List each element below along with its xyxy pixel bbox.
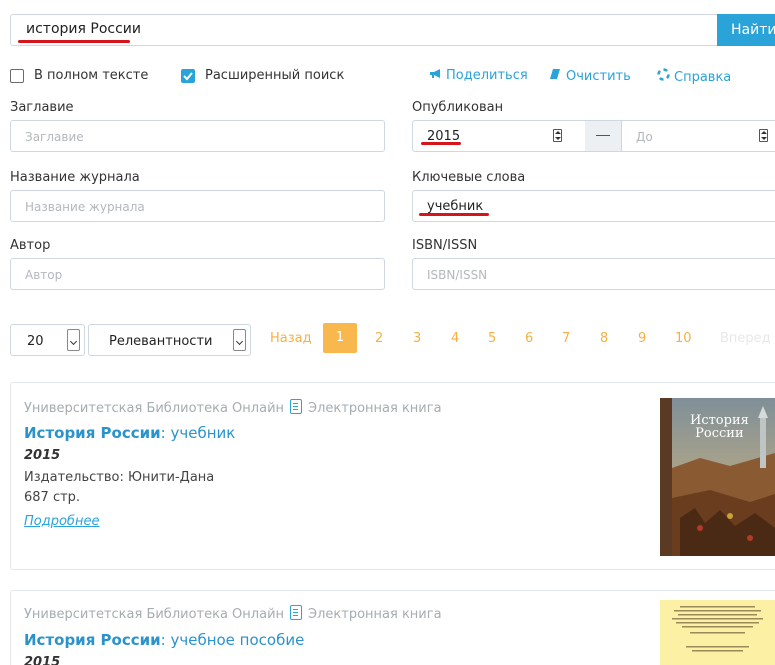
per-page-value: 20 bbox=[27, 334, 44, 349]
journal-field-label: Название журнала bbox=[10, 170, 140, 185]
pagination-page[interactable]: 4 bbox=[451, 331, 459, 346]
clear-link[interactable]: Очистить bbox=[548, 68, 631, 84]
isbn-field-label: ISBN/ISSN bbox=[412, 238, 478, 253]
keywords-field[interactable]: учебник bbox=[412, 190, 775, 222]
full-text-checkbox[interactable] bbox=[10, 69, 24, 83]
pagination-page[interactable]: 6 bbox=[525, 331, 533, 346]
pagination-page[interactable]: 3 bbox=[413, 331, 421, 346]
result-source-row: Университетская Библиотека Онлайн Электро… bbox=[24, 399, 442, 416]
title-field-placeholder: Заглавие bbox=[25, 130, 84, 144]
pagination-prev[interactable]: Назад bbox=[270, 331, 312, 346]
full-text-label: В полном тексте bbox=[34, 68, 149, 83]
author-field-label: Автор bbox=[10, 238, 51, 253]
lifebuoy-icon bbox=[656, 68, 670, 85]
result-title-link[interactable]: История России: учебник bbox=[24, 424, 235, 442]
pagination-page[interactable]: 5 bbox=[488, 331, 496, 346]
result-source-row: Университетская Библиотека Онлайн Электро… bbox=[24, 605, 442, 622]
sort-select[interactable]: Релевантности bbox=[88, 324, 251, 356]
published-highlight-underline bbox=[421, 142, 461, 145]
keywords-field-label: Ключевые слова bbox=[412, 170, 526, 185]
title-field-label: Заглавие bbox=[10, 100, 74, 115]
chevron-down-icon bbox=[233, 329, 246, 351]
search-button[interactable]: Найти bbox=[717, 14, 775, 46]
published-field-label: Опубликован bbox=[412, 100, 504, 115]
result-source: Университетская Библиотека Онлайн bbox=[24, 607, 285, 622]
clear-label: Очистить bbox=[566, 69, 631, 84]
eraser-icon bbox=[548, 68, 562, 84]
per-page-select[interactable]: 20 bbox=[10, 324, 85, 356]
result-pages: 687 стр. bbox=[24, 490, 81, 505]
help-link[interactable]: Справка bbox=[656, 68, 731, 85]
pagination-page-current[interactable]: 1 bbox=[323, 323, 357, 353]
chevron-down-icon bbox=[67, 329, 80, 351]
pagination-page[interactable]: 8 bbox=[600, 331, 608, 346]
result-more-link[interactable]: Подробнее bbox=[24, 514, 99, 529]
help-label: Справка bbox=[674, 70, 732, 85]
published-from-field[interactable]: 2015 bbox=[412, 120, 586, 152]
result-title-main: История России bbox=[24, 424, 161, 442]
keywords-field-value: учебник bbox=[427, 199, 484, 214]
share-label: Поделиться bbox=[446, 68, 528, 83]
result-publisher: Издательство: Юнити-Дана bbox=[24, 470, 215, 485]
title-field[interactable]: Заглавие bbox=[10, 120, 385, 152]
result-year: 2015 bbox=[24, 448, 61, 463]
book-cover-image[interactable]: История России bbox=[660, 398, 775, 556]
check-icon bbox=[183, 72, 193, 81]
isbn-field-placeholder: ISBN/ISSN bbox=[427, 268, 488, 282]
advanced-search-label: Расширенный поиск bbox=[205, 68, 345, 83]
result-type: Электронная книга bbox=[308, 607, 442, 622]
pagination-page[interactable]: 7 bbox=[562, 331, 570, 346]
book-cover-caption: История России bbox=[690, 413, 749, 441]
journal-field[interactable]: Название журнала bbox=[10, 190, 385, 222]
advanced-search-checkbox[interactable] bbox=[181, 69, 195, 83]
published-to-spinner[interactable] bbox=[759, 129, 768, 142]
result-title-main: История России bbox=[24, 631, 161, 649]
author-field[interactable]: Автор bbox=[10, 258, 385, 290]
result-type: Электронная книга bbox=[308, 401, 442, 416]
ebook-icon bbox=[290, 605, 303, 620]
result-year: 2015 bbox=[24, 655, 61, 665]
pagination-next[interactable]: Вперед bbox=[720, 331, 771, 346]
result-title-link[interactable]: История России: учебное пособие bbox=[24, 631, 304, 649]
book-cover-image[interactable] bbox=[660, 600, 775, 665]
author-field-placeholder: Автор bbox=[25, 268, 63, 282]
sort-value: Релевантности bbox=[109, 334, 213, 349]
pagination-page[interactable]: 9 bbox=[638, 331, 646, 346]
pagination-page[interactable]: 10 bbox=[675, 331, 692, 346]
published-to-placeholder: До bbox=[636, 130, 653, 144]
result-title-rest: : учебник bbox=[160, 424, 236, 442]
isbn-field[interactable]: ISBN/ISSN bbox=[412, 258, 775, 290]
pagination-page[interactable]: 2 bbox=[375, 331, 383, 346]
published-to-field[interactable]: До bbox=[621, 120, 775, 152]
journal-field-placeholder: Название журнала bbox=[25, 200, 145, 214]
result-title-rest: : учебное пособие bbox=[160, 631, 305, 649]
megaphone-icon bbox=[428, 68, 442, 83]
search-input-value: история России bbox=[26, 21, 141, 37]
search-highlight-underline bbox=[18, 40, 130, 43]
result-source: Университетская Библиотека Онлайн bbox=[24, 401, 285, 416]
share-link[interactable]: Поделиться bbox=[428, 68, 528, 83]
ebook-icon bbox=[290, 399, 303, 414]
range-separator bbox=[585, 120, 621, 152]
published-from-spinner[interactable] bbox=[553, 129, 562, 142]
keywords-highlight-underline bbox=[419, 213, 489, 216]
